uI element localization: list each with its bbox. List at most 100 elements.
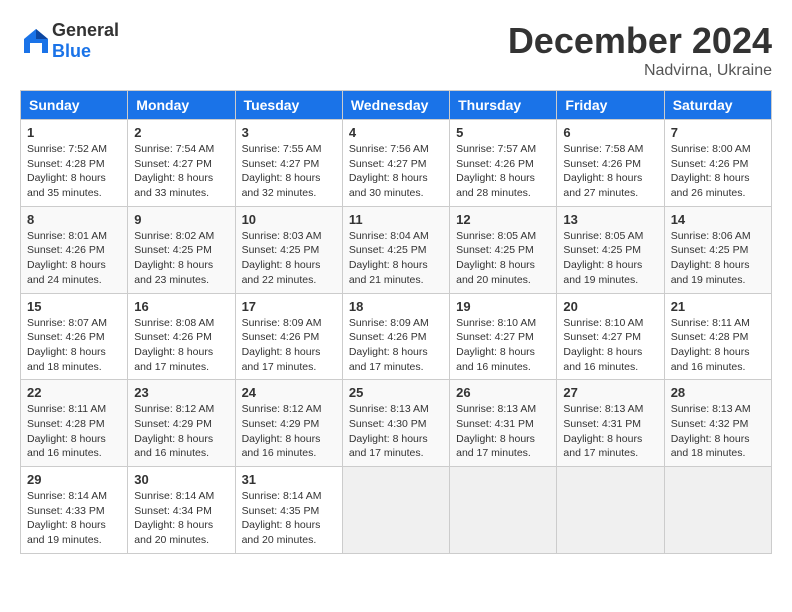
calendar-cell: 1 Sunrise: 7:52 AMSunset: 4:28 PMDayligh…	[21, 120, 128, 207]
calendar-cell: 19 Sunrise: 8:10 AMSunset: 4:27 PMDaylig…	[450, 293, 557, 380]
month-year-title: December 2024	[508, 20, 772, 62]
day-number: 22	[27, 385, 121, 400]
calendar-cell: 31 Sunrise: 8:14 AMSunset: 4:35 PMDaylig…	[235, 467, 342, 554]
calendar-cell: 11 Sunrise: 8:04 AMSunset: 4:25 PMDaylig…	[342, 206, 449, 293]
day-number: 17	[242, 299, 336, 314]
day-info: Sunrise: 8:05 AMSunset: 4:25 PMDaylight:…	[456, 230, 536, 286]
title-area: December 2024 Nadvirna, Ukraine	[508, 20, 772, 80]
calendar-week-row: 22 Sunrise: 8:11 AMSunset: 4:28 PMDaylig…	[21, 380, 772, 467]
day-info: Sunrise: 8:13 AMSunset: 4:31 PMDaylight:…	[563, 403, 643, 459]
day-number: 11	[349, 212, 443, 227]
calendar-week-row: 15 Sunrise: 8:07 AMSunset: 4:26 PMDaylig…	[21, 293, 772, 380]
day-number: 21	[671, 299, 765, 314]
day-number: 4	[349, 125, 443, 140]
calendar-cell: 6 Sunrise: 7:58 AMSunset: 4:26 PMDayligh…	[557, 120, 664, 207]
day-info: Sunrise: 8:13 AMSunset: 4:32 PMDaylight:…	[671, 403, 751, 459]
calendar-cell: 30 Sunrise: 8:14 AMSunset: 4:34 PMDaylig…	[128, 467, 235, 554]
calendar-cell: 3 Sunrise: 7:55 AMSunset: 4:27 PMDayligh…	[235, 120, 342, 207]
day-number: 2	[134, 125, 228, 140]
day-number: 28	[671, 385, 765, 400]
day-info: Sunrise: 7:56 AMSunset: 4:27 PMDaylight:…	[349, 143, 429, 199]
day-info: Sunrise: 8:11 AMSunset: 4:28 PMDaylight:…	[27, 403, 106, 459]
day-info: Sunrise: 7:57 AMSunset: 4:26 PMDaylight:…	[456, 143, 536, 199]
day-info: Sunrise: 8:14 AMSunset: 4:34 PMDaylight:…	[134, 490, 214, 546]
day-info: Sunrise: 7:52 AMSunset: 4:28 PMDaylight:…	[27, 143, 107, 199]
day-info: Sunrise: 8:03 AMSunset: 4:25 PMDaylight:…	[242, 230, 322, 286]
day-number: 3	[242, 125, 336, 140]
calendar-week-row: 1 Sunrise: 7:52 AMSunset: 4:28 PMDayligh…	[21, 120, 772, 207]
calendar-cell: 25 Sunrise: 8:13 AMSunset: 4:30 PMDaylig…	[342, 380, 449, 467]
calendar-cell: 10 Sunrise: 8:03 AMSunset: 4:25 PMDaylig…	[235, 206, 342, 293]
calendar-cell: 2 Sunrise: 7:54 AMSunset: 4:27 PMDayligh…	[128, 120, 235, 207]
day-number: 18	[349, 299, 443, 314]
day-number: 27	[563, 385, 657, 400]
col-saturday: Saturday	[664, 91, 771, 120]
calendar-cell	[342, 467, 449, 554]
logo-general: General	[52, 20, 119, 40]
day-number: 20	[563, 299, 657, 314]
day-number: 15	[27, 299, 121, 314]
day-number: 31	[242, 472, 336, 487]
day-number: 25	[349, 385, 443, 400]
calendar-cell: 8 Sunrise: 8:01 AMSunset: 4:26 PMDayligh…	[21, 206, 128, 293]
day-number: 24	[242, 385, 336, 400]
day-number: 12	[456, 212, 550, 227]
day-number: 5	[456, 125, 550, 140]
day-info: Sunrise: 8:12 AMSunset: 4:29 PMDaylight:…	[134, 403, 214, 459]
day-info: Sunrise: 8:02 AMSunset: 4:25 PMDaylight:…	[134, 230, 214, 286]
day-number: 7	[671, 125, 765, 140]
calendar-cell: 27 Sunrise: 8:13 AMSunset: 4:31 PMDaylig…	[557, 380, 664, 467]
day-number: 19	[456, 299, 550, 314]
day-info: Sunrise: 8:11 AMSunset: 4:28 PMDaylight:…	[671, 317, 750, 373]
day-number: 13	[563, 212, 657, 227]
day-info: Sunrise: 8:05 AMSunset: 4:25 PMDaylight:…	[563, 230, 643, 286]
calendar-cell	[664, 467, 771, 554]
day-info: Sunrise: 8:00 AMSunset: 4:26 PMDaylight:…	[671, 143, 751, 199]
calendar-cell: 16 Sunrise: 8:08 AMSunset: 4:26 PMDaylig…	[128, 293, 235, 380]
col-friday: Friday	[557, 91, 664, 120]
day-info: Sunrise: 8:09 AMSunset: 4:26 PMDaylight:…	[242, 317, 322, 373]
day-info: Sunrise: 8:12 AMSunset: 4:29 PMDaylight:…	[242, 403, 322, 459]
calendar-cell: 29 Sunrise: 8:14 AMSunset: 4:33 PMDaylig…	[21, 467, 128, 554]
day-info: Sunrise: 8:13 AMSunset: 4:30 PMDaylight:…	[349, 403, 429, 459]
day-number: 1	[27, 125, 121, 140]
day-info: Sunrise: 8:09 AMSunset: 4:26 PMDaylight:…	[349, 317, 429, 373]
day-number: 23	[134, 385, 228, 400]
logo-icon	[20, 25, 52, 57]
col-thursday: Thursday	[450, 91, 557, 120]
day-info: Sunrise: 8:14 AMSunset: 4:35 PMDaylight:…	[242, 490, 322, 546]
calendar-cell: 20 Sunrise: 8:10 AMSunset: 4:27 PMDaylig…	[557, 293, 664, 380]
day-info: Sunrise: 7:55 AMSunset: 4:27 PMDaylight:…	[242, 143, 322, 199]
calendar-cell	[557, 467, 664, 554]
day-number: 6	[563, 125, 657, 140]
day-info: Sunrise: 8:07 AMSunset: 4:26 PMDaylight:…	[27, 317, 107, 373]
calendar-week-row: 8 Sunrise: 8:01 AMSunset: 4:26 PMDayligh…	[21, 206, 772, 293]
calendar-cell: 15 Sunrise: 8:07 AMSunset: 4:26 PMDaylig…	[21, 293, 128, 380]
day-info: Sunrise: 8:06 AMSunset: 4:25 PMDaylight:…	[671, 230, 751, 286]
calendar-cell: 24 Sunrise: 8:12 AMSunset: 4:29 PMDaylig…	[235, 380, 342, 467]
calendar-cell: 21 Sunrise: 8:11 AMSunset: 4:28 PMDaylig…	[664, 293, 771, 380]
logo-text: General Blue	[52, 20, 119, 62]
calendar-cell: 28 Sunrise: 8:13 AMSunset: 4:32 PMDaylig…	[664, 380, 771, 467]
calendar-cell: 23 Sunrise: 8:12 AMSunset: 4:29 PMDaylig…	[128, 380, 235, 467]
calendar-cell: 14 Sunrise: 8:06 AMSunset: 4:25 PMDaylig…	[664, 206, 771, 293]
calendar-cell: 17 Sunrise: 8:09 AMSunset: 4:26 PMDaylig…	[235, 293, 342, 380]
calendar-cell: 26 Sunrise: 8:13 AMSunset: 4:31 PMDaylig…	[450, 380, 557, 467]
day-info: Sunrise: 8:10 AMSunset: 4:27 PMDaylight:…	[563, 317, 643, 373]
day-number: 26	[456, 385, 550, 400]
logo-blue: Blue	[52, 41, 91, 61]
day-number: 10	[242, 212, 336, 227]
col-sunday: Sunday	[21, 91, 128, 120]
day-info: Sunrise: 7:58 AMSunset: 4:26 PMDaylight:…	[563, 143, 643, 199]
day-info: Sunrise: 8:01 AMSunset: 4:26 PMDaylight:…	[27, 230, 107, 286]
calendar-cell: 4 Sunrise: 7:56 AMSunset: 4:27 PMDayligh…	[342, 120, 449, 207]
col-wednesday: Wednesday	[342, 91, 449, 120]
day-info: Sunrise: 7:54 AMSunset: 4:27 PMDaylight:…	[134, 143, 214, 199]
day-info: Sunrise: 8:10 AMSunset: 4:27 PMDaylight:…	[456, 317, 536, 373]
calendar-cell: 5 Sunrise: 7:57 AMSunset: 4:26 PMDayligh…	[450, 120, 557, 207]
calendar-cell: 18 Sunrise: 8:09 AMSunset: 4:26 PMDaylig…	[342, 293, 449, 380]
day-number: 16	[134, 299, 228, 314]
day-info: Sunrise: 8:13 AMSunset: 4:31 PMDaylight:…	[456, 403, 536, 459]
day-number: 8	[27, 212, 121, 227]
day-info: Sunrise: 8:14 AMSunset: 4:33 PMDaylight:…	[27, 490, 107, 546]
